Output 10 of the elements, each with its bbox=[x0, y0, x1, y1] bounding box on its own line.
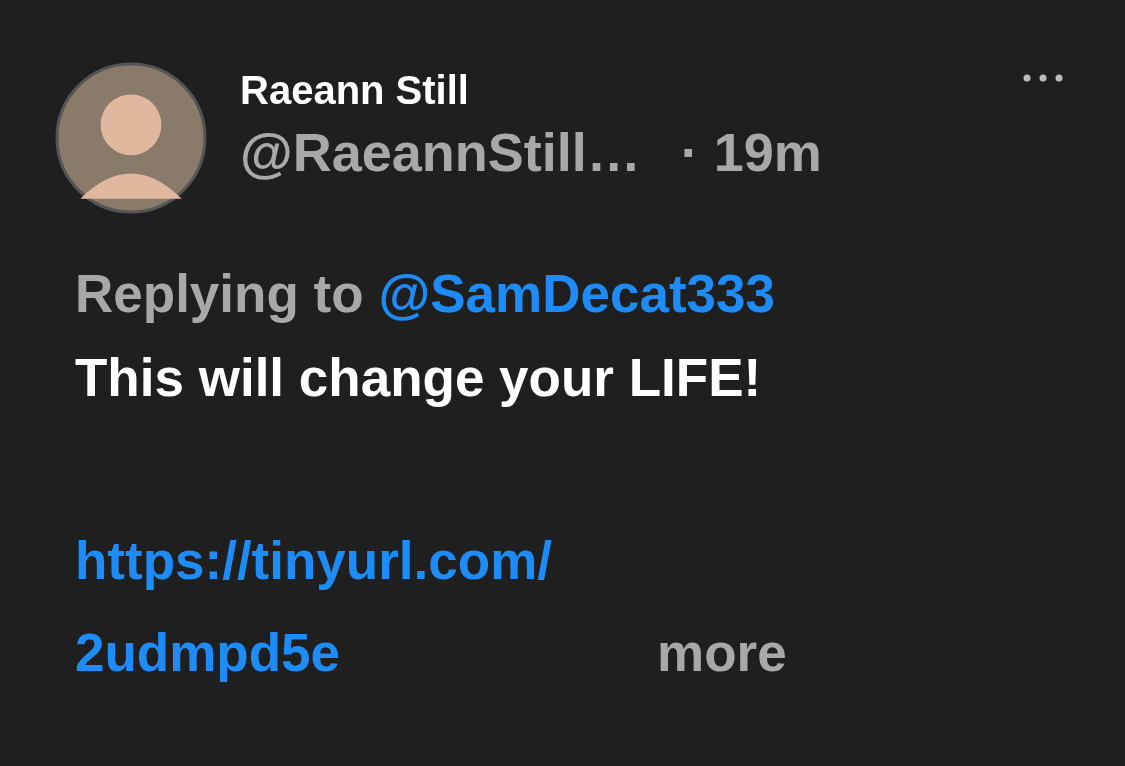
more-link[interactable]: more bbox=[657, 625, 787, 681]
author-name[interactable]: Raeann Still bbox=[240, 67, 1023, 113]
reply-to-link[interactable]: @SamDecat333 bbox=[378, 252, 775, 336]
avatar[interactable] bbox=[55, 62, 207, 214]
author-handle[interactable]: @RaeannStill… bbox=[240, 121, 641, 183]
post-text: This will change your LIFE! bbox=[75, 347, 763, 409]
post-time: · 19m bbox=[680, 121, 822, 183]
more-options-icon[interactable] bbox=[1023, 74, 1063, 82]
url-link[interactable]: https://tinyurl.com/ 2udmpd5e bbox=[75, 515, 552, 699]
replying-label: Replying to bbox=[75, 263, 364, 325]
